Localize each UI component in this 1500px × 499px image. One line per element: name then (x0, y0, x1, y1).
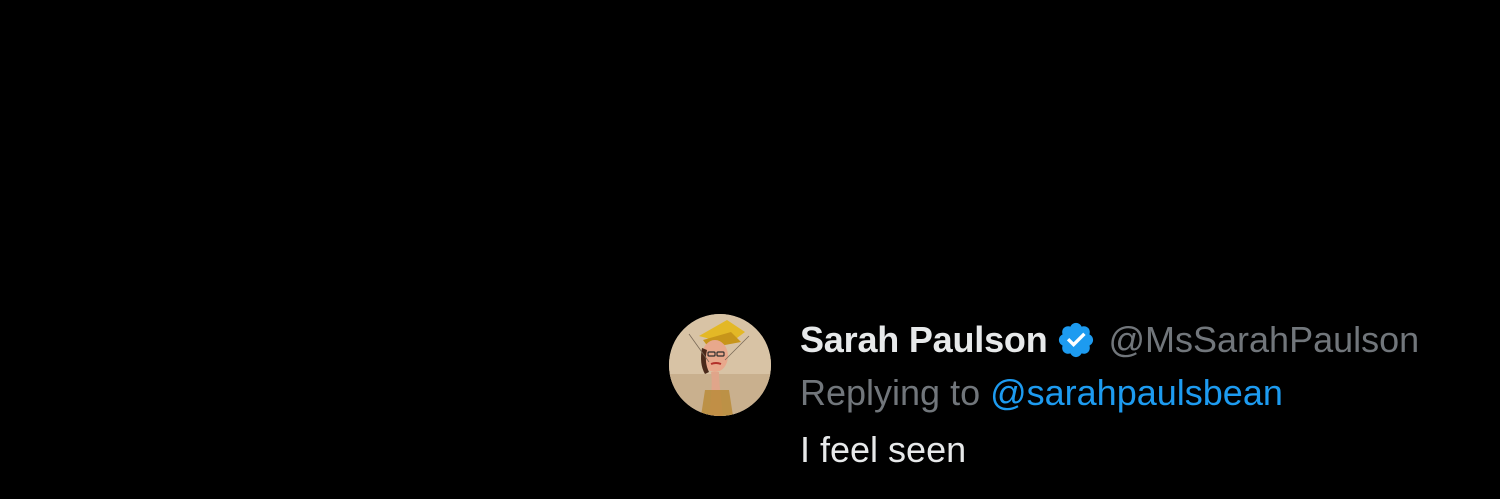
replying-to-handle-link[interactable]: @sarahpaulsbean (990, 372, 1283, 414)
tweet-text: I feel seen (800, 429, 967, 470)
avatar[interactable] (669, 314, 771, 416)
tweet-header: Sarah Paulson @MsSarahPaulson (800, 315, 1419, 365)
replying-to-label: Replying to (800, 372, 981, 413)
user-handle[interactable]: @MsSarahPaulson (1108, 319, 1419, 361)
avatar-image (669, 314, 771, 416)
tweet-body: Sarah Paulson @MsSarahPaulson Replying t… (800, 314, 1419, 479)
replying-to-line: Replying to @sarahpaulsbean (800, 365, 1419, 421)
display-name[interactable]: Sarah Paulson (800, 319, 1048, 361)
screen: Sarah Paulson @MsSarahPaulson Replying t… (0, 0, 1500, 499)
tweet[interactable]: Sarah Paulson @MsSarahPaulson Replying t… (669, 314, 1419, 479)
verified-badge-icon[interactable] (1056, 320, 1096, 360)
